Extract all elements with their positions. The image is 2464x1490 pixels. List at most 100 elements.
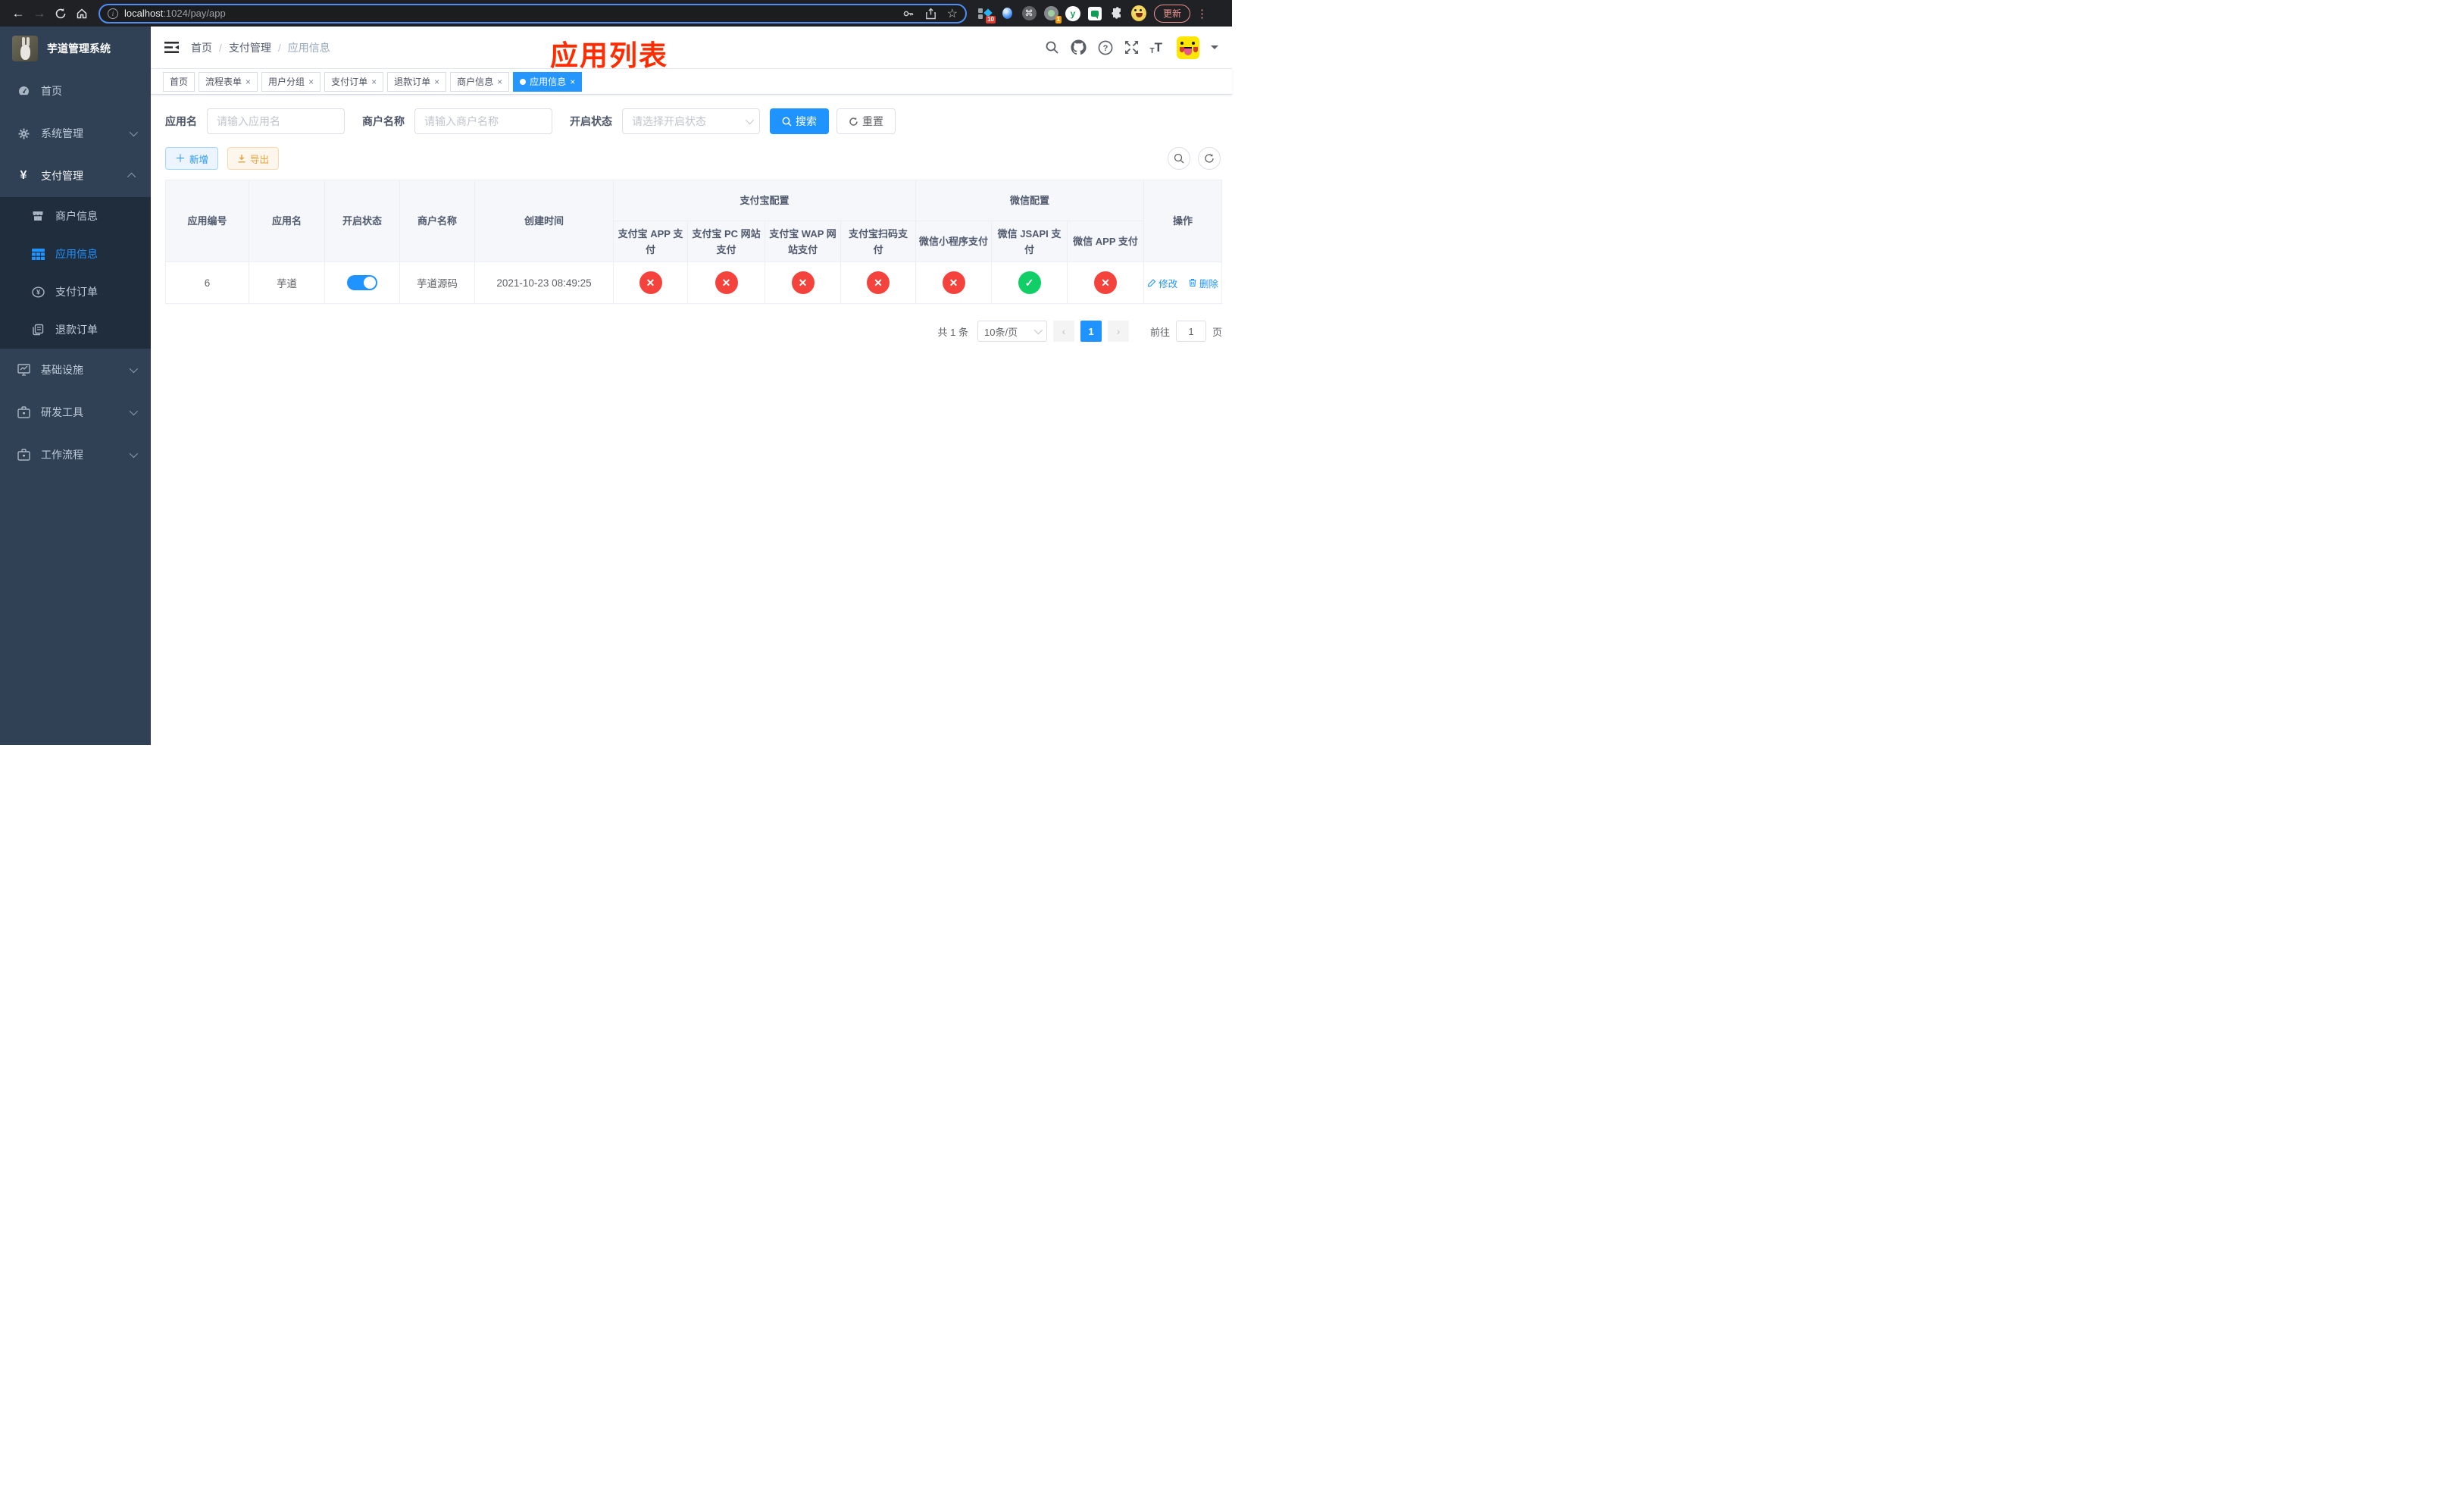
refresh-table-button[interactable] xyxy=(1198,147,1221,170)
sidebar-item-payment[interactable]: ¥ 支付管理 xyxy=(0,155,151,197)
breadcrumb-section[interactable]: 支付管理 xyxy=(229,40,271,55)
search-button[interactable]: 搜索 xyxy=(770,108,829,134)
payment-submenu: 商户信息 应用信息 ¥ 支付订单 退款订单 xyxy=(0,197,151,349)
chevron-down-icon xyxy=(129,406,139,416)
url-bar[interactable]: i localhost:1024/pay/app ☆ xyxy=(98,3,967,23)
refresh-icon xyxy=(849,117,858,126)
close-icon[interactable]: × xyxy=(245,77,251,87)
extension-badge: 1 xyxy=(1055,15,1062,23)
font-size-icon[interactable]: TT xyxy=(1150,40,1163,55)
close-icon[interactable]: × xyxy=(497,77,502,87)
edit-link[interactable]: 修改 xyxy=(1147,276,1177,290)
page-number-1[interactable]: 1 xyxy=(1080,321,1102,342)
tab-refund-order[interactable]: 退款订单 × xyxy=(387,71,447,92)
browser-home-button[interactable] xyxy=(71,3,92,24)
extension-vue-devtools-icon[interactable]: y xyxy=(1065,5,1080,21)
sidebar-item-refund-order[interactable]: 退款订单 xyxy=(0,311,151,349)
toggle-search-button[interactable] xyxy=(1168,147,1191,170)
sidebar-collapse-icon[interactable] xyxy=(164,41,179,54)
goto-page-input[interactable] xyxy=(1176,321,1207,342)
col-header-alipay-wap: 支付宝 WAP 网站支付 xyxy=(765,221,841,262)
next-page-button[interactable]: › xyxy=(1108,321,1130,342)
close-icon[interactable]: × xyxy=(434,77,439,87)
sidebar-item-label: 应用信息 xyxy=(55,248,98,260)
status-select[interactable]: 请选择开启状态 xyxy=(622,108,760,134)
sidebar-item-workflow[interactable]: 工作流程 xyxy=(0,434,151,476)
reset-button[interactable]: 重置 xyxy=(836,108,896,134)
extension-grid-diamond-icon[interactable]: 10 xyxy=(977,6,996,23)
download-icon xyxy=(238,155,245,163)
sidebar-logo[interactable]: 芋道管理系统 xyxy=(0,27,151,70)
sidebar-item-infrastructure[interactable]: 基础设施 xyxy=(0,349,151,391)
wx-app-status-icon: ✕ xyxy=(1094,271,1118,294)
page-title-annotation: 应用列表 xyxy=(550,40,668,71)
merchant-name-input[interactable] xyxy=(414,108,552,134)
bookmark-star-icon[interactable]: ☆ xyxy=(947,6,958,21)
svg-text:¥: ¥ xyxy=(36,288,39,296)
top-navbar: 首页 / 支付管理 / 应用信息 ? TT xyxy=(151,27,1233,69)
sidebar-item-merchant-info[interactable]: 商户信息 xyxy=(0,197,151,235)
goto-label: 前往 xyxy=(1150,326,1171,338)
col-header-status: 开启状态 xyxy=(324,180,400,262)
close-icon[interactable]: × xyxy=(570,77,575,87)
chrome-update-button[interactable]: 更新 xyxy=(1154,4,1191,23)
col-header-alipay-pc: 支付宝 PC 网站支付 xyxy=(687,221,765,262)
tab-merchant-info[interactable]: 商户信息 × xyxy=(450,71,510,92)
tab-pay-order[interactable]: 支付订单 × xyxy=(324,71,384,92)
profile-avatar[interactable] xyxy=(1131,5,1146,21)
sidebar-item-dev-tools[interactable]: 研发工具 xyxy=(0,391,151,434)
extension-command-icon[interactable]: ⌘ xyxy=(1021,6,1037,21)
search-icon xyxy=(1174,153,1184,164)
browser-chrome: ← → i localhost:1024/pay/app ☆ 10 ⌘ 1 y … xyxy=(0,0,1232,27)
pagination-total: 共 1 条 xyxy=(937,326,969,338)
page-size-select[interactable]: 10条/页 xyxy=(977,321,1048,342)
tab-home[interactable]: 首页 xyxy=(163,71,195,92)
tab-app-info[interactable]: 应用信息 × xyxy=(513,71,583,92)
alipay-wap-status-icon: ✕ xyxy=(791,271,815,294)
export-button[interactable]: 导出 xyxy=(227,147,280,170)
breadcrumb: 首页 / 支付管理 / 应用信息 xyxy=(191,40,330,55)
extension-balloon-icon[interactable] xyxy=(999,6,1015,21)
github-icon[interactable] xyxy=(1070,39,1087,55)
sidebar-item-label: 基础设施 xyxy=(41,364,83,376)
header-search-icon[interactable] xyxy=(1045,40,1059,55)
browser-forward-button[interactable]: → xyxy=(29,3,50,24)
sidebar-item-pay-order[interactable]: ¥ 支付订单 xyxy=(0,273,151,311)
sidebar-item-app-info[interactable]: 应用信息 xyxy=(0,235,151,273)
sidebar-item-system[interactable]: 系统管理 xyxy=(0,112,151,155)
extension-recorder-icon[interactable]: 1 xyxy=(1043,6,1062,23)
share-icon[interactable] xyxy=(925,8,937,20)
fullscreen-icon[interactable] xyxy=(1124,40,1139,55)
password-key-icon[interactable] xyxy=(902,8,915,20)
avatar-caret-icon[interactable] xyxy=(1211,45,1219,53)
sidebar-item-label: 支付订单 xyxy=(55,286,98,298)
sidebar-item-home[interactable]: 首页 xyxy=(0,70,151,112)
user-avatar[interactable] xyxy=(1177,36,1200,59)
status-toggle[interactable] xyxy=(347,275,377,290)
status-label: 开启状态 xyxy=(570,115,612,127)
close-icon[interactable]: × xyxy=(308,77,314,87)
site-info-icon[interactable]: i xyxy=(108,8,118,19)
help-icon[interactable]: ? xyxy=(1098,40,1113,55)
browser-reload-button[interactable] xyxy=(50,3,71,24)
browser-back-button[interactable]: ← xyxy=(8,3,29,24)
chrome-menu-icon[interactable]: ⋮ xyxy=(1196,7,1208,20)
delete-link[interactable]: 删除 xyxy=(1188,276,1218,290)
extension-chat-icon[interactable] xyxy=(1087,6,1102,21)
add-button[interactable]: ＋ 新增 xyxy=(165,147,219,170)
breadcrumb-home[interactable]: 首页 xyxy=(191,40,212,55)
tab-process-form[interactable]: 流程表单 × xyxy=(199,71,258,92)
chevron-down-icon xyxy=(745,115,755,125)
tab-user-group[interactable]: 用户分组 × xyxy=(261,71,321,92)
svg-text:?: ? xyxy=(1102,44,1108,53)
app-name-input[interactable] xyxy=(207,108,345,134)
sidebar-item-label: 工作流程 xyxy=(41,449,83,461)
extensions-puzzle-icon[interactable] xyxy=(1109,6,1124,21)
prev-page-button[interactable]: ‹ xyxy=(1053,321,1075,342)
alipay-qr-status-icon: ✕ xyxy=(867,271,890,294)
col-header-alipay-qr: 支付宝扫码支付 xyxy=(840,221,917,262)
cell-created: 2021-10-23 08:49:25 xyxy=(474,261,614,304)
monitor-chart-icon xyxy=(17,364,30,376)
chevron-down-icon xyxy=(1033,325,1043,335)
close-icon[interactable]: × xyxy=(371,77,377,87)
